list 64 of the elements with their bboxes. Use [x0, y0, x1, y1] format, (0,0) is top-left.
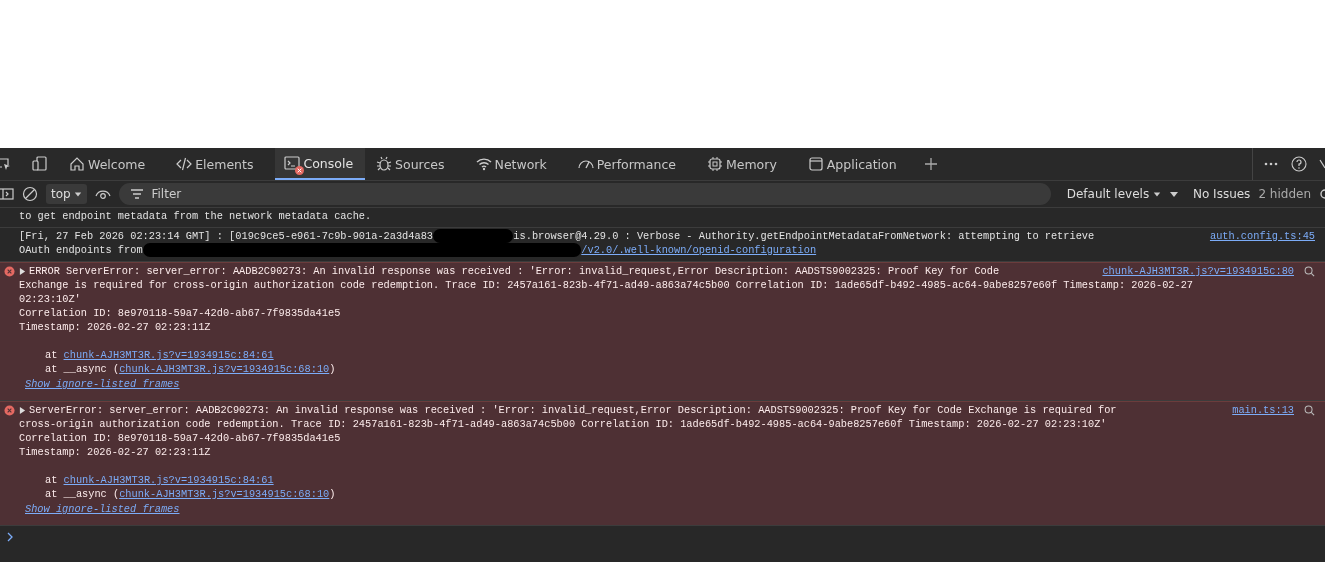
- stack-text: at: [45, 348, 59, 362]
- clear-icon[interactable]: [22, 186, 38, 202]
- log-text: Correlation ID: 8e970118-59a7-42d0-ab67-7f9835da41e5: [19, 306, 341, 320]
- log-text: cross-origin authorization code redemption. Trace ID: 2457a161-823b-4f71-ad49-a863a74c5b00 Correlation ID: 1ade65df-b492-4985-ac64-9abe8257e60f Timestamp: 2026-02-27 02:23:10Z': [19, 417, 1107, 431]
- bug-icon: [376, 156, 393, 172]
- log-text: [Fri, 27 Feb 2026 02:23:14 GMT] : [019c9ce5-e961-7c9b-901a-2a3d4a83: [19, 229, 433, 243]
- log-text: Timestamp: 2026-02-27 02:23:11Z: [19, 445, 211, 459]
- filter-icon: [129, 186, 146, 202]
- stack-link[interactable]: chunk-AJH3MT3R.js?v=1934915c:84:61: [63, 473, 274, 487]
- help-icon[interactable]: [1291, 156, 1307, 172]
- expand-triangle-icon[interactable]: [19, 406, 26, 414]
- log-text: ERROR ServerError: server_error: AADB2C90273: An invalid response was received : 'Error: invalid_request,Error Description: AADSTS9002325: Proof Key for Code: [29, 264, 1000, 278]
- caret-icon[interactable]: [1168, 189, 1179, 199]
- code-icon: [176, 156, 193, 172]
- error-icon: [4, 266, 15, 277]
- show-frames-link[interactable]: Show ignore-listed frames: [25, 503, 1315, 515]
- log-text: Correlation ID: 8e970118-59a7-42d0-ab67-7f9835da41e5: [19, 431, 341, 445]
- url-link[interactable]: /v2.0/.well-known/openid-configuration: [581, 243, 817, 257]
- stack-text: ): [329, 487, 336, 501]
- issues-text[interactable]: No Issues: [1192, 187, 1251, 201]
- stack-text: at: [45, 473, 59, 487]
- stack-link[interactable]: chunk-AJH3MT3R.js?v=1934915c:84:61: [63, 348, 274, 362]
- expand-triangle-icon[interactable]: [19, 267, 26, 275]
- log-text: to get endpoint metadata from the network metadata cache.: [19, 209, 372, 223]
- log-text: Timestamp: 2026-02-27 02:23:11Z: [19, 320, 211, 334]
- log-text: ServerError: server_error: AADB2C90273: An invalid response was received : 'Error: invalid_request,Error Description: AADSTS9002325: Proof Key for Code Exchange is required for: [29, 403, 1117, 417]
- device-icon[interactable]: [32, 156, 48, 172]
- stack-text: ): [329, 362, 336, 376]
- sidebar-icon[interactable]: [0, 186, 14, 202]
- show-frames-link[interactable]: Show ignore-listed frames: [25, 378, 1315, 390]
- hidden-count: 2 hidden: [1258, 187, 1311, 201]
- source-link[interactable]: auth.config.ts:45: [1197, 229, 1315, 243]
- tab[interactable]: Performance: [568, 148, 688, 180]
- tab[interactable]: Welcome: [60, 148, 158, 180]
- filter-field[interactable]: Filter: [119, 183, 1051, 205]
- wifi-icon: [475, 156, 492, 172]
- tab[interactable]: Sources: [367, 148, 457, 180]
- tab[interactable]: Network: [466, 148, 559, 180]
- source-link[interactable]: chunk-AJH3MT3R.js?v=1934915c:80: [1090, 264, 1294, 278]
- prompt-icon[interactable]: [6, 532, 14, 542]
- source-link[interactable]: main.ts:13: [1220, 403, 1294, 417]
- stack-text: at __async (: [45, 487, 120, 501]
- window-icon: [807, 156, 824, 172]
- log-text: Exchange is required for cross-origin authorization code redemption. Trace ID: 2457a161-823b-4f71-ad49-a863a74c5b00 Correlation ID: 1ade65df-b492-4985-ac64-9abe8257e60f Timestamp: 2026-02-27: [19, 278, 1194, 292]
- inspect-icon[interactable]: [0, 156, 12, 172]
- log-text: is.browser@4.29.0 : Verbose - Authority.getEndpointMetadataFromNetwork: attempting to retrieve: [513, 229, 1095, 243]
- error-icon: [4, 405, 15, 416]
- tab[interactable]: Application: [798, 148, 909, 180]
- stack-text: at __async (: [45, 362, 120, 376]
- stack-link[interactable]: chunk-AJH3MT3R.js?v=1934915c:68:10: [119, 487, 330, 501]
- stack-link[interactable]: chunk-AJH3MT3R.js?v=1934915c:68:10: [119, 362, 330, 376]
- chip-icon: [706, 156, 723, 172]
- search-icon[interactable]: [1304, 404, 1315, 416]
- caret-icon: [1152, 190, 1161, 198]
- home-icon: [69, 156, 85, 172]
- tab[interactable]: Elements: [167, 148, 266, 180]
- log-text: 02:23:10Z': [19, 292, 81, 306]
- context-dropdown[interactable]: top: [46, 184, 88, 204]
- levels-dropdown[interactable]: Default levels: [1058, 187, 1161, 201]
- search-icon[interactable]: [1304, 265, 1315, 277]
- log-text: OAuth endpoints from: [19, 243, 143, 257]
- add-tab-icon[interactable]: [922, 156, 939, 172]
- tab[interactable]: Memory: [697, 148, 789, 180]
- caret-icon: [74, 190, 83, 198]
